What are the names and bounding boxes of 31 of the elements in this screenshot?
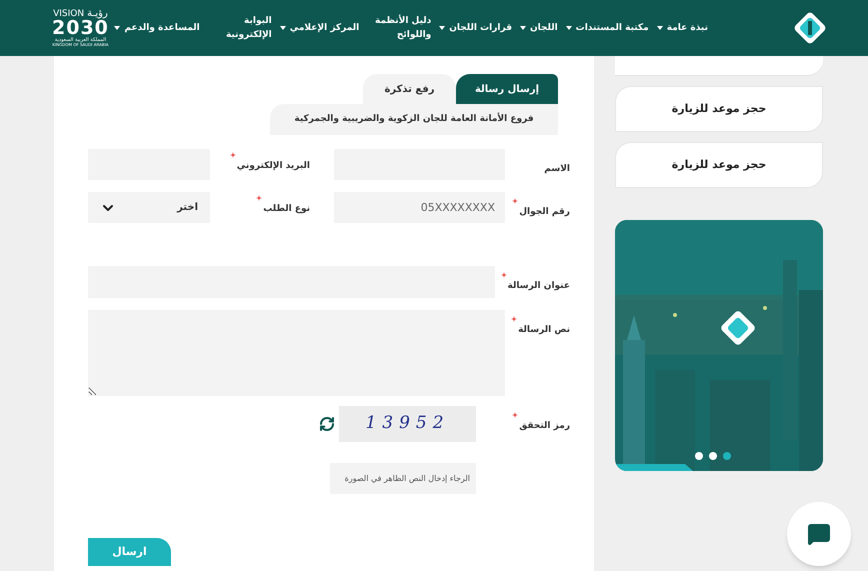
captcha-image: 13952: [339, 406, 476, 442]
nav-menu-item[interactable]: دليل الأنظمة واللوائح: [367, 14, 432, 42]
refresh-icon[interactable]: [319, 416, 335, 432]
logo-text: رؤيـة: [87, 9, 108, 19]
field-label: رقم الجوال: [519, 207, 570, 217]
tab[interactable]: إرسال رسالة: [456, 74, 558, 104]
tab[interactable]: فروع الأمانة العامة للجان الزكوية والضريبية والجمركية: [270, 104, 558, 135]
captcha-input-field[interactable]: الرجاء إدخال النص الظاهر في الصورة: [330, 463, 476, 494]
nav-menu-item[interactable]: اللجان: [520, 21, 558, 35]
select-field[interactable]: اختر: [88, 192, 210, 223]
field-label: نوع الطلب: [263, 204, 310, 214]
sidebar-link-card[interactable]: حجز موعد للزيارة: [615, 86, 823, 132]
tab[interactable]: رفع تذكرة: [363, 74, 456, 104]
logo-text: VISION: [53, 10, 84, 18]
chat-button[interactable]: [787, 502, 851, 566]
nav-menu-item[interactable]: مكتبة المستندات: [566, 21, 649, 35]
nav-menu-item[interactable]: البوابة الإلكترونية: [208, 14, 272, 42]
field-label: البريد الإلكتروني: [236, 161, 310, 171]
field-label: نص الرسالة: [518, 325, 570, 335]
sidebar-link-card[interactable]: حجز موعد للزيارة: [615, 142, 823, 188]
nav-menu-item[interactable]: المركز الإعلامي: [280, 21, 360, 35]
field-label: الاسم: [544, 164, 570, 174]
field-label: عنوان الرسالة: [508, 281, 570, 291]
nav-menu-item[interactable]: نبذة عامة: [656, 21, 708, 35]
logo-year: 2030: [52, 19, 109, 38]
input-field[interactable]: 05XXXXXXXX: [334, 192, 505, 223]
field-label: رمز التحقق: [519, 421, 570, 431]
chat-icon: [807, 522, 831, 546]
nav-menu-item[interactable]: قرارات اللجان: [439, 21, 512, 35]
nav-menu-item[interactable]: المساعدة والدعم: [114, 21, 200, 35]
textarea-field[interactable]: [88, 310, 505, 396]
